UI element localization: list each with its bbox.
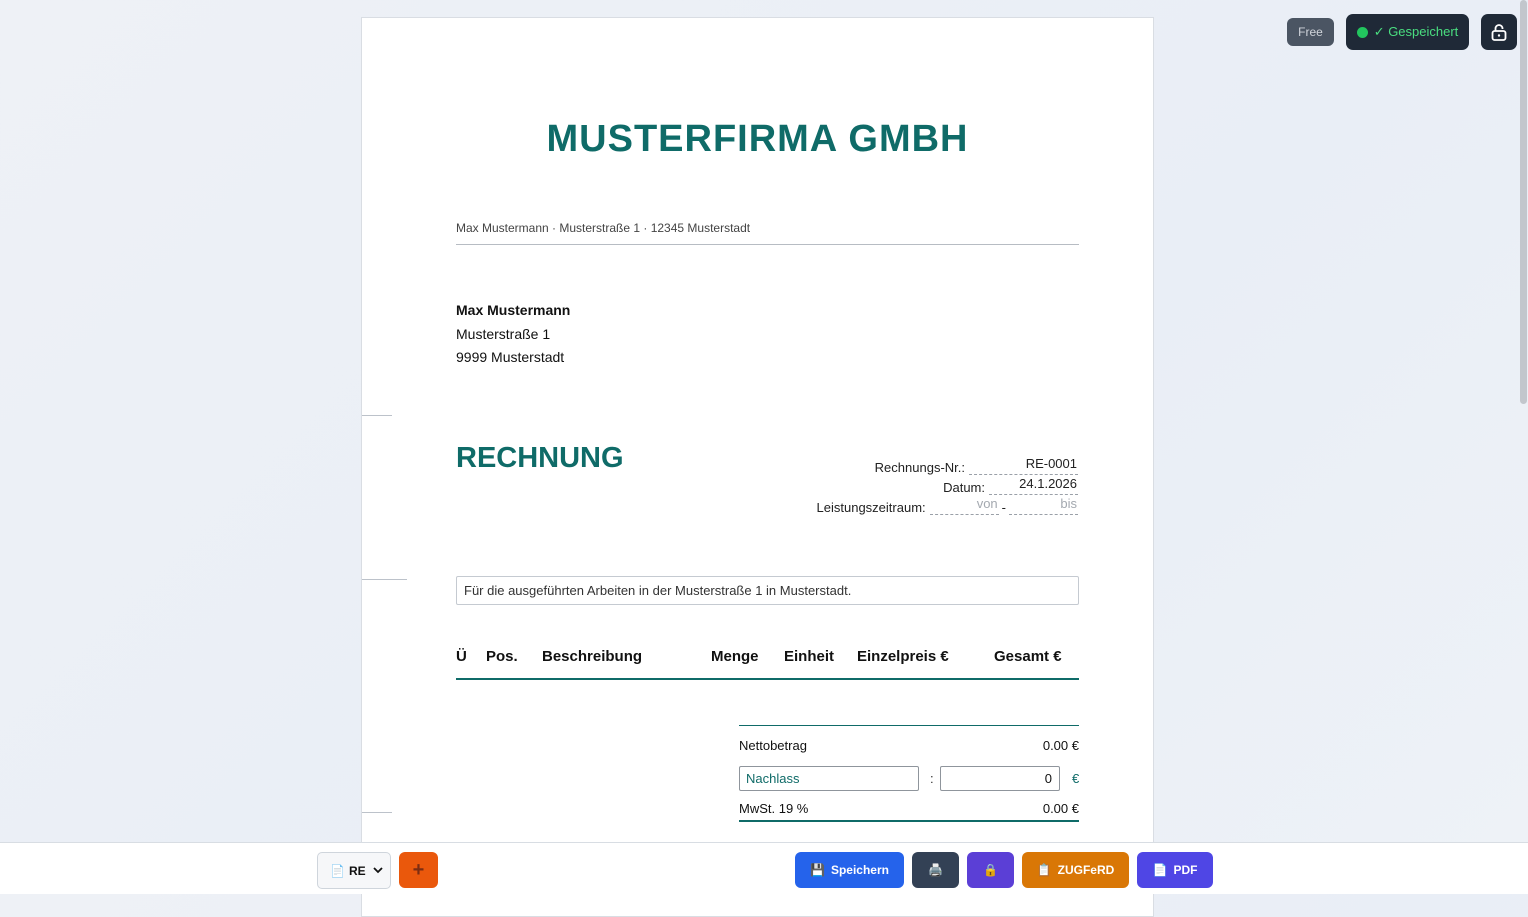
zugferd-label: ZUGFeRD [1057, 863, 1115, 877]
col-header-description: Beschreibung [542, 648, 643, 665]
invoice-page: MUSTERFIRMA GMBH Max Mustermann · Muster… [361, 17, 1154, 917]
status-dot-icon [1356, 26, 1368, 38]
vat-label: MwSt. 19 % [739, 801, 809, 816]
date-field[interactable]: 24.1.2026 [989, 476, 1078, 495]
plan-badge: Free [1287, 18, 1334, 46]
recipient-city[interactable]: 9999 Musterstadt [456, 346, 570, 370]
net-row: Nettobetrag 0.00 € [739, 738, 1079, 753]
invoice-number-field[interactable]: RE-0001 [969, 456, 1078, 475]
invoice-meta: Rechnungs-Nr.: RE-0001 Datum: 24.1.2026 … [817, 455, 1078, 515]
recipient-name[interactable]: Max Mustermann [456, 299, 570, 323]
pdf-document-icon: 📄 [1152, 863, 1168, 877]
bottom-toolbar: 📄 RE + 💾 Speichern 🖨️ 🔒 📋 ZUGFeRD 📄 PDF [0, 842, 1528, 894]
document-type-select[interactable]: 📄 RE [317, 852, 391, 889]
lock-document-button[interactable]: 🔒 [967, 852, 1014, 888]
document-icon: 📄 [330, 863, 345, 878]
invoice-number-label: Rechnungs-Nr.: [874, 460, 965, 475]
period-separator: - [1001, 500, 1006, 515]
lock-button[interactable] [1481, 14, 1517, 50]
period-to-field[interactable]: bis [1009, 496, 1078, 515]
totals-divider [739, 820, 1079, 822]
col-header-unit: Einheit [784, 648, 835, 665]
discount-unit-toggle[interactable]: € [1072, 771, 1079, 786]
items-table-header: Ü Pos. Beschreibung Menge Einheit Einzel… [456, 643, 1079, 680]
vat-row: MwSt. 19 % 0.00 € [739, 801, 1079, 816]
clipboard-icon: 📋 [1036, 863, 1052, 877]
punch-mark [362, 579, 407, 580]
chevron-down-icon [373, 867, 383, 874]
fold-mark [362, 812, 392, 813]
totals-section: Nettobetrag 0.00 € Nachlass : 0 € MwSt. … [739, 725, 1079, 822]
net-value: 0.00 € [1042, 738, 1079, 753]
fold-mark [362, 415, 392, 416]
plus-icon: + [412, 858, 425, 881]
lock-icon [1491, 24, 1507, 41]
discount-amount-input[interactable]: 0 [940, 766, 1060, 791]
col-header-unit-price: Einzelpreis € [857, 648, 949, 665]
company-name[interactable]: MUSTERFIRMA GMBH [362, 118, 1153, 161]
scrollbar[interactable] [1519, 0, 1528, 893]
intro-text-field[interactable]: Für die ausgeführten Arbeiten in der Mus… [456, 576, 1079, 605]
vat-value: 0.00 € [1042, 801, 1079, 816]
save-button[interactable]: 💾 Speichern [795, 852, 904, 888]
recipient-street[interactable]: Musterstraße 1 [456, 323, 570, 347]
save-label: Speichern [830, 863, 889, 877]
add-button[interactable]: + [399, 852, 438, 888]
net-label: Nettobetrag [739, 738, 807, 753]
date-label: Datum: [943, 480, 985, 495]
document-title: RECHNUNG [456, 442, 624, 474]
discount-label-input[interactable]: Nachlass [739, 766, 919, 791]
pdf-label: PDF [1173, 863, 1198, 877]
lock-icon: 🔒 [983, 863, 998, 877]
col-header-quantity: Menge [711, 648, 759, 665]
period-from-field[interactable]: von [929, 496, 999, 515]
sender-line[interactable]: Max Mustermann · Musterstraße 1 · 12345 … [456, 221, 1079, 245]
save-status-button[interactable]: ✓ Gespeichert [1346, 14, 1469, 50]
zugferd-button[interactable]: 📋 ZUGFeRD [1022, 852, 1129, 888]
print-button[interactable]: 🖨️ [912, 852, 959, 888]
recipient-address[interactable]: Max Mustermann Musterstraße 1 9999 Muste… [456, 299, 570, 370]
col-header-position: Pos. [486, 648, 518, 665]
col-header-total: Gesamt € [994, 648, 1062, 665]
floppy-icon: 💾 [810, 863, 825, 877]
scrollbar-thumb[interactable] [1520, 0, 1527, 404]
discount-colon: : [930, 771, 934, 786]
save-status-label: ✓ Gespeichert [1373, 24, 1459, 39]
period-label: Leistungszeitraum: [816, 500, 926, 515]
document-type-value: RE [348, 863, 366, 878]
pdf-button[interactable]: 📄 PDF [1137, 852, 1213, 888]
printer-icon: 🖨️ [928, 863, 943, 877]
col-header-title-toggle: Ü [456, 648, 467, 665]
